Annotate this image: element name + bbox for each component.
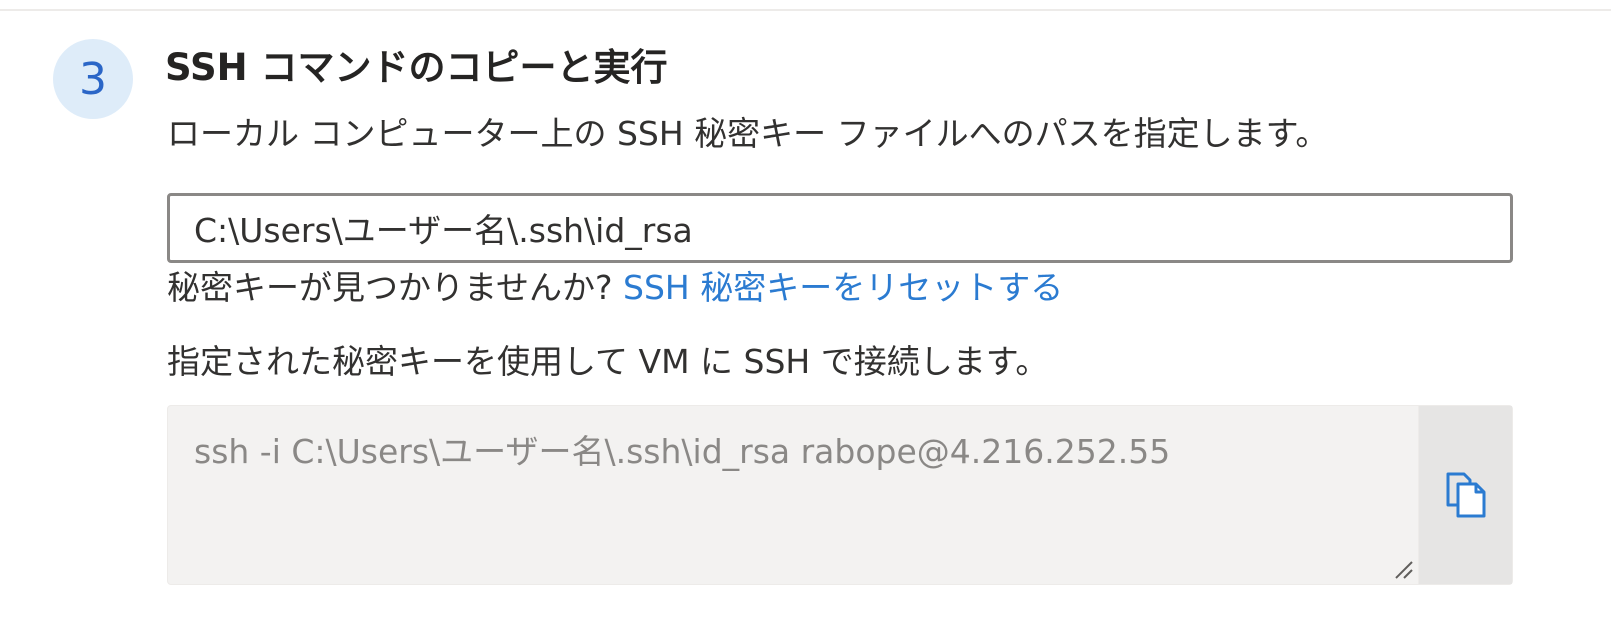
connect-description: 指定された秘密キーを使用して VM に SSH で接続します。 xyxy=(167,342,1049,381)
copy-command-button[interactable] xyxy=(1418,406,1512,584)
top-divider xyxy=(0,9,1611,11)
key-help-text: 秘密キーが見つかりませんか? SSH 秘密キーをリセットする xyxy=(167,262,1063,314)
key-help-prefix: 秘密キーが見つかりませんか? xyxy=(167,268,624,307)
key-path-description: ローカル コンピューター上の SSH 秘密キー ファイルへのパスを指定します。 xyxy=(167,114,1329,153)
ssh-command-textarea[interactable]: ssh -i C:\Users\ユーザー名\.ssh\id_rsa rabope… xyxy=(168,406,1418,584)
step-number-badge: 3 xyxy=(53,39,133,119)
ssh-step-panel: 3 SSH コマンドのコピーと実行 ローカル コンピューター上の SSH 秘密キ… xyxy=(0,0,1611,643)
step-number: 3 xyxy=(79,53,107,105)
ssh-command-box: ssh -i C:\Users\ユーザー名\.ssh\id_rsa rabope… xyxy=(167,405,1513,585)
reset-ssh-key-link[interactable]: SSH 秘密キーをリセットする xyxy=(623,268,1063,307)
step-title: SSH コマンドのコピーと実行 xyxy=(165,46,668,89)
resize-grip-icon[interactable] xyxy=(1392,558,1414,580)
key-path-input[interactable] xyxy=(167,193,1513,263)
copy-icon xyxy=(1446,472,1485,518)
